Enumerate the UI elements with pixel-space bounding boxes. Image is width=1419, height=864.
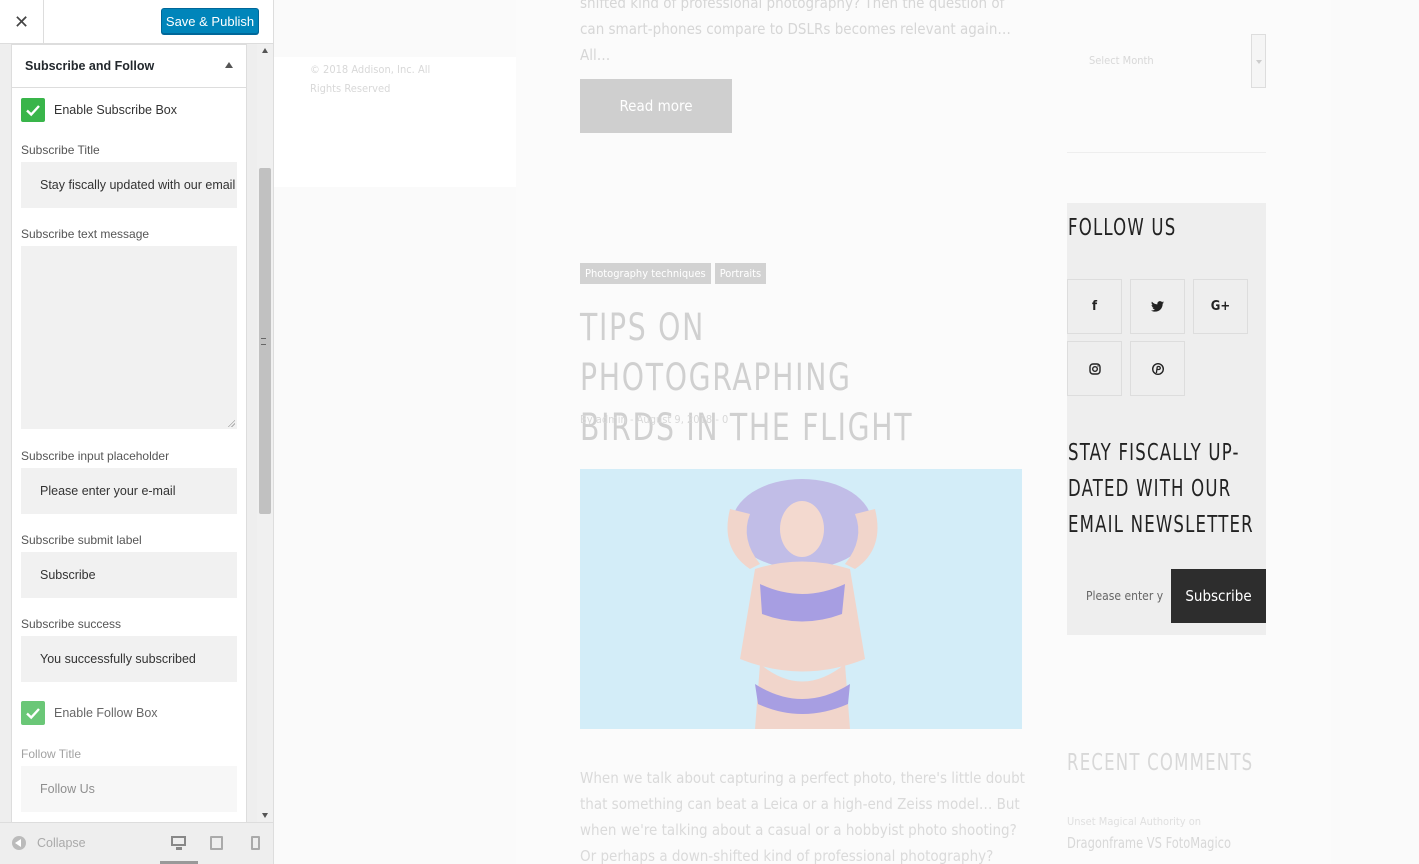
checkmark-icon bbox=[26, 105, 40, 117]
enable-follow-checkbox[interactable] bbox=[21, 701, 45, 725]
subscribe-text-textarea[interactable] bbox=[21, 246, 237, 429]
instagram-icon[interactable] bbox=[1067, 341, 1122, 396]
post-featured-image[interactable] bbox=[580, 469, 1022, 729]
subscribe-widget-title: Stay fiscally up-dated with our email ne… bbox=[1068, 440, 1254, 538]
customizer-footer: Collapse bbox=[0, 822, 273, 864]
customizer-header: ✕ Save & Publish bbox=[0, 0, 273, 44]
recent-comment-meta: Unset Magical Authority on bbox=[1067, 815, 1202, 828]
read-more-button[interactable]: Read more bbox=[580, 79, 732, 133]
subscribe-success-input[interactable]: You successfully subscribed bbox=[21, 636, 237, 682]
post-tags: Photography techniques Portraits bbox=[580, 263, 767, 284]
customizer-section-panel: Subscribe and Follow Enable Subscribe Bo… bbox=[11, 44, 247, 822]
customizer-scrollbar[interactable] bbox=[257, 44, 273, 822]
archive-month-select[interactable]: Select Month bbox=[1067, 34, 1266, 88]
follow-title-label: Follow Title bbox=[21, 747, 82, 761]
enable-subscribe-checkbox[interactable] bbox=[21, 98, 45, 122]
google-plus-icon[interactable]: G+ bbox=[1193, 279, 1248, 334]
collapse-arrow-icon bbox=[12, 836, 26, 850]
enable-subscribe-label: Enable Subscribe Box bbox=[54, 103, 177, 117]
facebook-icon[interactable]: f bbox=[1067, 279, 1122, 334]
section-title: Subscribe and Follow bbox=[25, 59, 155, 73]
enable-follow-label: Enable Follow Box bbox=[54, 706, 158, 720]
close-icon: ✕ bbox=[13, 11, 30, 32]
collapse-label: Collapse bbox=[37, 836, 86, 850]
enable-subscribe-row[interactable]: Enable Subscribe Box bbox=[12, 97, 246, 123]
follow-widget-title: Follow Us bbox=[1068, 215, 1177, 241]
mobile-preview-icon[interactable] bbox=[249, 835, 267, 851]
section-header-subscribe-follow[interactable]: Subscribe and Follow bbox=[12, 44, 246, 88]
follow-subscribe-widget: Follow Us f G+ Stay fiscally up-dated wi… bbox=[1067, 203, 1266, 635]
close-customizer-button[interactable]: ✕ bbox=[0, 0, 44, 44]
desktop-preview-icon[interactable] bbox=[170, 835, 188, 851]
follow-title-input[interactable]: Follow Us bbox=[21, 766, 237, 812]
post-excerpt: When we talk about capturing a perfect p… bbox=[580, 769, 1025, 864]
instagram-glyph bbox=[1088, 362, 1101, 375]
subscribe-title-input[interactable]: Stay fiscally updated with our email new… bbox=[21, 162, 237, 208]
pinterest-glyph bbox=[1151, 362, 1164, 375]
recent-comment-link[interactable]: Dragonframe VS FotoMagico bbox=[1067, 834, 1231, 852]
save-publish-button[interactable]: Save & Publish bbox=[161, 8, 259, 34]
scroll-down-arrow-icon[interactable] bbox=[262, 813, 268, 818]
google-plus-glyph: G+ bbox=[1210, 299, 1231, 314]
widget-divider bbox=[1067, 152, 1266, 153]
post-meta: By admin - August 9, 2018 - 0 bbox=[580, 413, 729, 426]
subscribe-submit-input[interactable]: Subscribe bbox=[21, 552, 237, 598]
twitter-glyph bbox=[1151, 301, 1164, 312]
subscribe-button[interactable]: Subscribe bbox=[1171, 569, 1266, 623]
post-title[interactable]: Tips on photographing birds in the fligh… bbox=[580, 303, 954, 453]
scrollbar-grip-icon bbox=[261, 338, 266, 345]
pinterest-icon[interactable] bbox=[1130, 341, 1185, 396]
footer-card: © 2018 Addison, Inc. All Rights Reserved bbox=[274, 57, 516, 187]
tag-photography-techniques[interactable]: Photography techniques bbox=[580, 263, 711, 284]
copyright-text: © 2018 Addison, Inc. All Rights Reserved bbox=[310, 63, 431, 95]
collapse-sidebar-button[interactable]: Collapse bbox=[12, 836, 86, 850]
subscribe-placeholder-input[interactable]: Please enter your e-mail bbox=[21, 468, 237, 514]
enable-follow-row[interactable]: Enable Follow Box bbox=[12, 700, 246, 726]
tag-portraits[interactable]: Portraits bbox=[714, 263, 767, 284]
chevron-down-icon[interactable] bbox=[1251, 34, 1266, 88]
subscribe-title-label: Subscribe Title bbox=[21, 143, 100, 157]
subscribe-submit-label: Subscribe submit label bbox=[21, 533, 142, 547]
scroll-up-arrow-icon[interactable] bbox=[262, 48, 268, 53]
subscribe-placeholder-label: Subscribe input placeholder bbox=[21, 449, 170, 463]
subscribe-success-label: Subscribe success bbox=[21, 617, 122, 631]
tablet-preview-icon[interactable] bbox=[209, 835, 227, 851]
customizer-sidebar: ✕ Save & Publish Subscribe and Follow En… bbox=[0, 0, 274, 864]
resize-grip-icon[interactable] bbox=[227, 419, 235, 427]
recent-comments-title: Recent Comments bbox=[1067, 750, 1254, 776]
previous-post-excerpt: shifted kind of professional photography… bbox=[580, 0, 1011, 64]
site-preview: © 2018 Addison, Inc. All Rights Reserved… bbox=[274, 0, 1419, 864]
twitter-icon[interactable] bbox=[1130, 279, 1185, 334]
checkmark-icon bbox=[26, 708, 40, 720]
archive-select-value: Select Month bbox=[1089, 54, 1154, 67]
collapse-arrow-icon[interactable] bbox=[225, 62, 233, 68]
featured-photo bbox=[580, 469, 1022, 729]
subscribe-text-label: Subscribe text message bbox=[21, 227, 150, 241]
facebook-glyph: f bbox=[1091, 299, 1098, 314]
subscribe-email-input[interactable]: Please enter y bbox=[1067, 569, 1171, 623]
